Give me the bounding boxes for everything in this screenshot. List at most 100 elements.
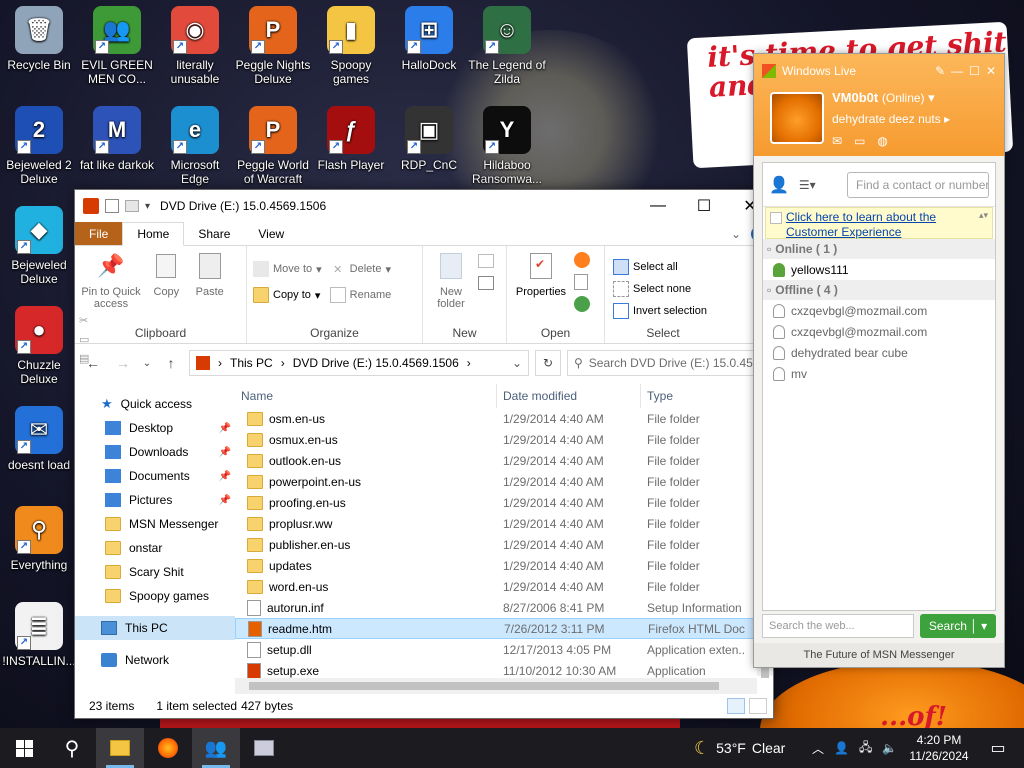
nav-this-pc[interactable]: This PC	[75, 616, 235, 640]
pin-icon[interactable]: 📌	[219, 423, 231, 434]
add-contact-icon[interactable]: 👤	[769, 175, 789, 195]
msn-minimize-button[interactable]: —	[951, 64, 963, 78]
nav-network[interactable]: Network	[75, 648, 235, 672]
column-date-header[interactable]: Date modified	[497, 384, 641, 408]
msn-close-button[interactable]: ✕	[986, 64, 996, 78]
file-row[interactable]: word.en-us 1/29/2014 4:40 AM File folder	[235, 576, 773, 597]
notification-center-button[interactable]: ▭	[978, 728, 1018, 768]
promo-scroll-icon[interactable]: ▴▾	[979, 210, 988, 221]
sort-contacts-icon[interactable]: ☰▾	[799, 178, 816, 192]
mail-icon[interactable]: ✉	[832, 134, 842, 148]
desktop-icon-2[interactable]: ◉ ↗ literally unusable	[156, 0, 234, 86]
customer-experience-link[interactable]: Click here to learn about the Customer E…	[786, 210, 975, 240]
address-dropdown-icon[interactable]: ⌄	[512, 356, 522, 370]
taskbar-msn-messenger[interactable]: 👥	[192, 728, 240, 768]
desktop-icon-16[interactable]: ✉ ↗ doesnt load	[0, 400, 78, 472]
tab-view[interactable]: View	[244, 222, 298, 245]
file-row[interactable]: proplusr.ww 1/29/2014 4:40 AM File folder	[235, 513, 773, 534]
contact-offline[interactable]: cxzqevbgl@mozmail.com	[763, 300, 995, 321]
file-row[interactable]: outlook.en-us 1/29/2014 4:40 AM File folde…	[235, 450, 773, 471]
copy-to-button[interactable]: Copy to ▾	[253, 284, 322, 306]
desktop-icon-12[interactable]: ▣ ↗ RDP_CnC	[390, 100, 468, 172]
desktop-icon-14[interactable]: ◆ ↗ Bejeweled Deluxe	[0, 200, 78, 286]
nav-item-onstar[interactable]: onstar	[75, 536, 235, 560]
copy-button[interactable]: Copy	[148, 250, 184, 298]
taskbar-photos[interactable]	[240, 728, 288, 768]
paste-button[interactable]: Paste	[192, 250, 228, 298]
msn-tools-icon[interactable]: ✎	[935, 64, 945, 78]
properties-button[interactable]: ✔ Properties	[513, 250, 569, 298]
invert-selection-button[interactable]: Invert selection	[613, 300, 713, 322]
pin-icon[interactable]: 📌	[219, 495, 231, 506]
personal-message[interactable]: dehydrate deez nuts ▸	[832, 112, 950, 126]
new-folder-button[interactable]: New folder	[429, 250, 473, 310]
msn-tray-icon[interactable]: 👤	[834, 741, 849, 755]
presence-status[interactable]: (Online)	[882, 91, 925, 105]
volume-icon[interactable]: 🔈	[882, 741, 897, 755]
new-item-icon[interactable]	[478, 254, 495, 268]
tab-file[interactable]: File	[75, 222, 123, 245]
details-view-button[interactable]	[727, 698, 745, 714]
nav-item-spoopy-games[interactable]: Spoopy games	[75, 584, 235, 608]
desktop-icon-7[interactable]: 2 ↗ Bejeweled 2 Deluxe	[0, 100, 78, 186]
web-search-input[interactable]: Search the web...	[762, 614, 914, 638]
msn-messenger-window[interactable]: Windows Live ✎ — ☐ ✕ VM0b0t (Online) ▾ d…	[753, 53, 1005, 668]
nav-item-desktop[interactable]: Desktop 📌	[75, 416, 235, 440]
column-name-header[interactable]: Name	[235, 384, 497, 408]
taskbar-search-button[interactable]: ⚲	[48, 728, 96, 768]
horizontal-scrollbar[interactable]	[235, 678, 757, 694]
customize-qa-dropdown-icon[interactable]: ▾	[145, 201, 150, 212]
large-icons-view-button[interactable]	[749, 698, 767, 714]
nav-quick-access[interactable]: ★ Quick access	[75, 392, 235, 416]
tab-share[interactable]: Share	[184, 222, 244, 245]
open-with-firefox-icon[interactable]	[574, 252, 591, 268]
clock[interactable]: 4:20 PM 11/26/2024	[908, 732, 970, 764]
search-box[interactable]: ⚲ Search DVD Drive (E:) 15.0.45...	[567, 350, 767, 376]
find-contact-input[interactable]: Find a contact or number...	[847, 171, 989, 198]
network-icon[interactable]: 🖧	[859, 738, 872, 759]
file-row[interactable]: updates 1/29/2014 4:40 AM File folder	[235, 555, 773, 576]
desktop-icon-13[interactable]: Y ↗ Hildaboo Ransomwa...	[468, 100, 546, 186]
contact-offline[interactable]: mv	[763, 363, 995, 384]
start-button[interactable]	[0, 728, 48, 768]
msn-footer-ad[interactable]: The Future of MSN Messenger	[754, 643, 1004, 667]
taskbar-firefox[interactable]	[144, 728, 192, 768]
file-row[interactable]: powerpoint.en-us 1/29/2014 4:40 AM File fo…	[235, 471, 773, 492]
refresh-button[interactable]: ↻	[535, 350, 561, 376]
taskbar-file-explorer[interactable]	[96, 728, 144, 768]
forward-button[interactable]: →	[111, 355, 135, 371]
contact-offline[interactable]: cxzqevbgl@mozmail.com	[763, 321, 995, 342]
pin-quick-access-button[interactable]: 📌 Pin to Quick access	[81, 250, 141, 311]
desktop-icon-0[interactable]: 🗑 Recycle Bin	[0, 0, 78, 72]
pin-icon[interactable]: 📌	[219, 447, 231, 458]
delete-button[interactable]: ✕ Delete ▾	[330, 258, 392, 280]
minimize-button[interactable]: —	[635, 190, 681, 222]
tab-home[interactable]: Home	[122, 222, 185, 246]
file-explorer-window[interactable]: ▾ DVD Drive (E:) 15.0.4569.1506 — ☐ ✕ Fi…	[74, 189, 774, 719]
desktop-icon-17[interactable]: ⚲ ↗ Everything	[0, 500, 78, 572]
web-search-button[interactable]: Search │ ▾	[920, 614, 996, 638]
file-row[interactable]: osmux.en-us 1/29/2014 4:40 AM File folder	[235, 429, 773, 450]
easy-access-icon[interactable]	[478, 276, 495, 290]
file-row[interactable]: autorun.inf 8/27/2006 8:41 PM Setup Inform…	[235, 597, 773, 618]
expand-ribbon-icon[interactable]: ⌄	[731, 227, 741, 241]
column-type-header[interactable]: Type	[641, 384, 761, 408]
desktop-icon-3[interactable]: P ↗ Peggle Nights Deluxe	[234, 0, 312, 86]
desktop-icon-1[interactable]: 👥 ↗ EVIL GREEN MEN CO...	[78, 0, 156, 86]
desktop-icon-8[interactable]: M ↗ fat like darkok	[78, 100, 156, 172]
desktop-icon-4[interactable]: ▮ ↗ Spoopy games	[312, 0, 390, 86]
properties-qa-icon[interactable]	[105, 199, 119, 213]
desktop-icon-10[interactable]: P ↗ Peggle World of Warcraft	[234, 100, 312, 186]
weather-widget[interactable]: ☾ 53°F Clear	[694, 728, 785, 768]
offline-group-header[interactable]: ▫ Offline ( 4 )	[763, 280, 995, 300]
explorer-titlebar[interactable]: ▾ DVD Drive (E:) 15.0.4569.1506 — ☐ ✕	[75, 190, 773, 222]
msn-titlebar[interactable]: Windows Live ✎ — ☐ ✕	[762, 60, 996, 82]
msn-maximize-button[interactable]: ☐	[969, 64, 980, 78]
horizontal-scrollbar-thumb[interactable]	[249, 682, 719, 690]
nav-item-scary-shit[interactable]: Scary Shit	[75, 560, 235, 584]
file-row[interactable]: osm.en-us 1/29/2014 4:40 AM File folder	[235, 408, 773, 429]
file-row[interactable]: setup.dll 12/17/2013 4:05 PM Application e…	[235, 639, 773, 660]
file-row[interactable]: publisher.en-us 1/29/2014 4:40 AM File fol…	[235, 534, 773, 555]
avatar[interactable]	[770, 92, 824, 144]
nav-item-msn-messenger[interactable]: MSN Messenger	[75, 512, 235, 536]
